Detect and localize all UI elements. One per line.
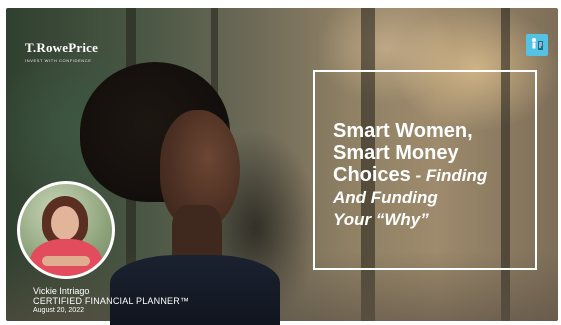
slide-title: Smart Women, Smart Money Choices - Findi… bbox=[333, 120, 538, 231]
presenter-credential: CERTIFIED FINANCIAL PLANNER™ bbox=[33, 296, 190, 306]
presenter-avatar bbox=[17, 181, 115, 279]
brand-tagline: INVEST WITH CONFIDENCE bbox=[25, 58, 92, 63]
title-bold-word: Choices bbox=[333, 164, 411, 186]
presenter-caption: Vickie Intriago CERTIFIED FINANCIAL PLAN… bbox=[33, 286, 189, 316]
brand-name: T.RowePrice bbox=[25, 40, 99, 55]
title-line: Choices - Finding bbox=[333, 164, 538, 187]
title-line: Smart Women, bbox=[333, 120, 473, 142]
title-italic-word: Finding bbox=[425, 166, 488, 185]
presenter-name: Vickie Intriago bbox=[33, 286, 90, 296]
brand-logo: T.RowePrice INVEST WITH CONFIDENCE bbox=[25, 40, 98, 63]
title-line: Your “Why” bbox=[333, 210, 429, 229]
title-line: Smart Money bbox=[333, 142, 459, 164]
avatar-face bbox=[51, 206, 79, 240]
accessibility-icon-glyph bbox=[532, 38, 543, 50]
avatar-arms bbox=[42, 256, 90, 266]
title-separator: - bbox=[410, 166, 426, 185]
title-line: And Funding bbox=[333, 188, 438, 207]
accessibility-icon[interactable] bbox=[526, 34, 548, 56]
presentation-date: August 20, 2022 bbox=[33, 307, 84, 314]
